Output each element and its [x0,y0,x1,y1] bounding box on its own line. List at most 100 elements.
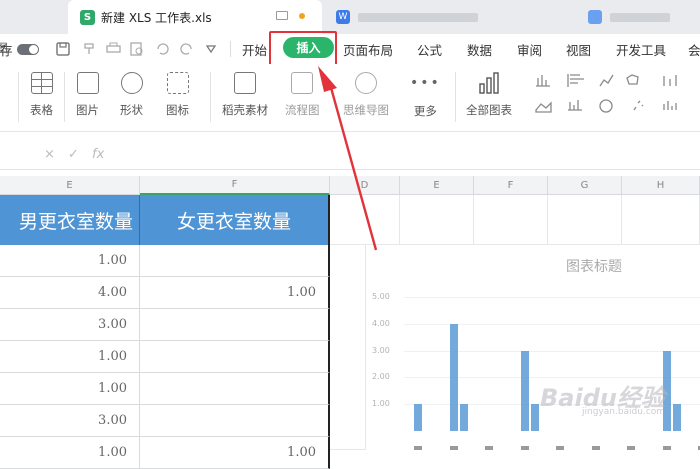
more-dots-icon: ••• [410,75,441,91]
y-tick-label: 2.00 [372,372,390,382]
save-icon[interactable] [56,34,70,64]
ribbon-docer-material[interactable]: 稻壳素材 [222,72,268,118]
table-cell[interactable]: 3.00 [0,309,140,341]
redo-icon[interactable] [180,34,194,64]
empty-cell[interactable] [330,245,366,450]
x-tick-mark [449,446,458,450]
app-icon [588,10,602,24]
ribbon-divider [455,72,456,122]
toggle-switch[interactable] [16,43,39,55]
picture-icon [76,72,99,94]
column-header[interactable]: E [400,176,474,195]
ribbon-partial-item[interactable]: 图 [0,8,10,56]
chart-bar[interactable] [530,404,539,431]
ribbon-picture[interactable]: 图片 [76,72,99,118]
spreadsheet-icon: S [80,9,95,25]
highlight-box [269,31,337,68]
empty-cell[interactable] [474,195,548,245]
menu-page-layout[interactable]: 页面布局 [343,34,393,64]
document-icon: W [336,10,350,24]
table-cell[interactable] [140,405,330,437]
table-cell[interactable] [140,341,330,373]
menu-developer[interactable]: 开发工具 [616,34,666,64]
column-header[interactable]: F [474,176,548,195]
ribbon-flowchart[interactable]: 流程图 [285,72,320,118]
format-painter-icon[interactable] [82,34,96,64]
column-header[interactable]: E [0,176,140,195]
table-cell[interactable] [140,245,330,277]
gridline [404,323,700,325]
column-header-selected[interactable]: F [140,176,330,195]
table-cell[interactable]: 1.00 [0,373,140,405]
ribbon-more[interactable]: ••• 更多 [410,72,441,119]
y-tick-label: 5.00 [372,292,390,301]
menu-member[interactable]: 会 [688,34,700,64]
print-preview-icon[interactable] [130,34,144,64]
header-cell-female-count[interactable]: 女更衣室数量 [140,195,330,245]
watermark-url: jingyan.baidu.com [582,407,666,417]
table-cell[interactable]: 1.00 [140,277,330,309]
chart-type-gallery[interactable] [534,72,700,122]
blurred-tab-title [358,12,478,22]
chart-bar[interactable] [414,404,422,431]
x-tick-mark [485,446,493,450]
cancel-icon[interactable]: × [44,147,55,162]
ribbon-divider [210,72,211,122]
formula-bar: × ✓ fx [0,140,700,170]
table-cell[interactable] [140,309,330,341]
menu-formulas[interactable]: 公式 [417,34,442,64]
menu-data[interactable]: 数据 [467,34,492,64]
chart-bar[interactable] [449,323,458,431]
undo-icon[interactable] [155,34,169,64]
menu-bar: 存 开始 页面布局 公式 数据 审阅 视图 开发工具 会 [0,34,700,64]
ribbon-shape[interactable]: 形状 [120,72,143,118]
tab-document[interactable]: W [326,0,566,34]
table-cell[interactable]: 1.00 [0,245,140,277]
empty-cell[interactable] [400,195,474,245]
tab-other[interactable] [578,0,700,34]
menu-divider [230,41,231,57]
chart-title[interactable]: 图表标题 [566,256,622,276]
table-cell[interactable]: 3.00 [0,405,140,437]
x-tick-mark [591,446,600,450]
column-header[interactable]: H [622,176,700,195]
table-cell[interactable]: 1.00 [0,437,140,469]
ribbon-table[interactable]: 表格 [30,72,53,118]
ribbon-all-charts[interactable]: 全部图表 [466,72,512,118]
ribbon-icon[interactable]: 图标 [166,72,189,118]
x-tick-mark [414,446,422,450]
tab-active-workbook[interactable]: S 新建 XLS 工作表.xls [68,0,322,34]
empty-cell[interactable] [330,195,400,245]
column-header[interactable]: D [330,176,400,195]
table-cell[interactable]: 4.00 [0,277,140,309]
mindmap-icon [355,72,377,94]
gridline [404,350,700,352]
chart-bar[interactable] [672,404,681,431]
ribbon-divider [18,72,19,122]
empty-cell[interactable] [622,195,700,245]
column-header[interactable]: G [548,176,622,195]
fx-icon[interactable]: fx [92,147,104,162]
table-cell[interactable] [140,373,330,405]
menu-home[interactable]: 开始 [242,34,267,64]
shape-icon [120,72,143,94]
flowchart-icon [291,72,314,94]
menu-review[interactable]: 审阅 [517,34,542,64]
gridline [404,297,700,298]
chart-bar[interactable] [520,350,529,431]
y-tick-label: 3.00 [372,345,390,355]
monitor-icon[interactable] [276,11,288,20]
table-cell[interactable]: 1.00 [140,437,330,469]
table-icon [30,72,53,94]
table-cell[interactable]: 1.00 [0,341,140,373]
header-cell-male-count[interactable]: 男更衣室数量 [0,195,140,245]
chart-types-icon [535,74,677,113]
chevron-down-icon[interactable] [206,34,216,64]
ribbon-mindmap[interactable]: 思维导图 [343,72,389,118]
blurred-tab-title [610,12,670,22]
chart-bar[interactable] [459,404,468,431]
print-icon[interactable] [106,34,121,64]
empty-cell[interactable] [548,195,622,245]
confirm-icon[interactable]: ✓ [68,147,79,162]
menu-view[interactable]: 视图 [566,34,591,64]
